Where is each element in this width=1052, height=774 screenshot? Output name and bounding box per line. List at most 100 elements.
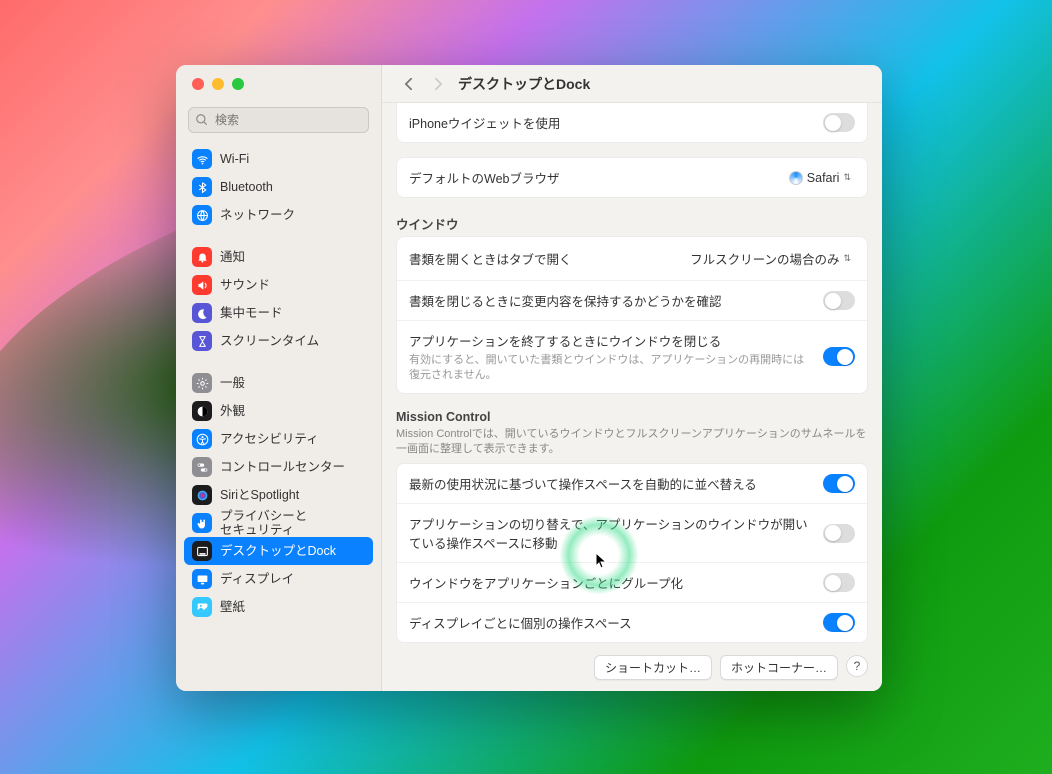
sidebar-item-accessibility[interactable]: アクセシビリティ (184, 425, 373, 453)
display-icon (192, 569, 212, 589)
page-title: デスクトップとDock (458, 74, 590, 94)
row-iphone-widgets: iPhoneウイジェットを使用 (397, 103, 867, 142)
default-browser-popup[interactable]: Safari ⇅ (785, 169, 855, 187)
label: iPhoneウイジェットを使用 (409, 113, 823, 132)
row-close-on-quit: アプリケーションを終了するときにウインドウを閉じる 有効にすると、開いていた書類… (397, 321, 867, 393)
forward-button (428, 74, 448, 94)
chevron-updown-icon: ⇅ (843, 173, 851, 182)
row-confirm-close: 書類を閉じるときに変更内容を保持するかどうかを確認 (397, 281, 867, 321)
tabs-popup[interactable]: フルスクリーンの場合のみ ⇅ (686, 247, 855, 270)
sublabel: 有効にすると、開いていた書類とウインドウは、アプリケーションの再開時には復元され… (409, 353, 811, 383)
titlebar (176, 65, 381, 103)
back-button[interactable] (398, 74, 418, 94)
sidebar-item-gear[interactable]: 一般 (184, 369, 373, 397)
row-switch-space: アプリケーションの切り替えで、アプリケーションのウインドウが開いている操作スペー… (397, 504, 867, 563)
zoom-icon[interactable] (232, 78, 244, 90)
sidebar-item-label: 通知 (220, 250, 245, 264)
sidebar-item-label: ディスプレイ (220, 572, 294, 586)
minimize-icon[interactable] (212, 78, 224, 90)
toggle-switch-space[interactable] (823, 524, 855, 543)
sidebar-item-switches[interactable]: コントロールセンター (184, 453, 373, 481)
hotcorners-button[interactable]: ホットコーナー… (720, 655, 838, 680)
sidebar-item-speaker[interactable]: サウンド (184, 271, 373, 299)
sidebar-item-label: ネットワーク (220, 208, 295, 222)
label: 最新の使用状況に基づいて操作スペースを自動的に並べ替える (409, 474, 823, 493)
bell-icon (192, 247, 212, 267)
footer-buttons: ショートカット… ホットコーナー… ? (396, 643, 868, 680)
value: Safari (807, 171, 840, 185)
main-pane: デスクトップとDock iPhoneウイジェットを使用 デフォルトのWebブラウ… (382, 65, 882, 691)
row-default-browser: デフォルトのWebブラウザ Safari ⇅ (397, 158, 867, 197)
sidebar-item-label: 一般 (220, 376, 245, 390)
sidebar-item-siri[interactable]: SiriとSpotlight (184, 481, 373, 509)
sidebar-item-appearance[interactable]: 外観 (184, 397, 373, 425)
sidebar-nav: Wi-Fi Bluetooth ネットワーク通知サウンド集中モードスクリーンタイム一… (176, 141, 381, 691)
shortcuts-button[interactable]: ショートカット… (594, 655, 712, 680)
sidebar-item-label: デスクトップとDock (220, 544, 336, 558)
row-auto-rearrange: 最新の使用状況に基づいて操作スペースを自動的に並べ替える (397, 464, 867, 504)
label: 書類を開くときはタブで開く (409, 249, 686, 268)
sidebar-item-label: スクリーンタイム (220, 334, 319, 348)
toggle-close-on-quit[interactable] (823, 347, 855, 366)
sidebar-item-label: プライバシーと セキュリティ (220, 509, 307, 538)
section-title-windows: ウインドウ (396, 214, 868, 233)
content-scroll[interactable]: iPhoneウイジェットを使用 デフォルトのWebブラウザ Safari ⇅ ウ… (382, 103, 882, 691)
siri-icon (192, 485, 212, 505)
section-sub-mission: Mission Controlでは、開いているウインドウとフルスクリーンアプリケ… (396, 427, 868, 458)
sidebar-item-dock[interactable]: デスクトップとDock (184, 537, 373, 565)
hand-icon (192, 513, 212, 533)
toggle-iphone-widgets[interactable] (823, 113, 855, 132)
sidebar-item-wallpaper[interactable]: 壁紙 (184, 593, 373, 621)
switches-icon (192, 457, 212, 477)
globe-icon (192, 205, 212, 225)
label: ウインドウをアプリケーションごとにグループ化 (409, 573, 823, 592)
toggle-confirm-close[interactable] (823, 291, 855, 310)
hourglass-icon (192, 331, 212, 351)
sidebar-item-label: 壁紙 (220, 600, 245, 614)
sidebar-item-display[interactable]: ディスプレイ (184, 565, 373, 593)
accessibility-icon (192, 429, 212, 449)
sidebar: Wi-Fi Bluetooth ネットワーク通知サウンド集中モードスクリーンタイム一… (176, 65, 382, 691)
row-group-windows: ウインドウをアプリケーションごとにグループ化 (397, 563, 867, 603)
toggle-auto-rearrange[interactable] (823, 474, 855, 493)
wifi-icon (192, 149, 212, 169)
row-displays-spaces: ディスプレイごとに個別の操作スペース (397, 603, 867, 642)
toggle-group-windows[interactable] (823, 573, 855, 592)
main-header: デスクトップとDock (382, 65, 882, 103)
sidebar-item-label: SiriとSpotlight (220, 488, 299, 502)
row-tabs: 書類を開くときはタブで開く フルスクリーンの場合のみ ⇅ (397, 237, 867, 281)
sidebar-item-label: Bluetooth (220, 180, 273, 194)
bluetooth-icon (192, 177, 212, 197)
toggle-displays-spaces[interactable] (823, 613, 855, 632)
speaker-icon (192, 275, 212, 295)
label: デフォルトのWebブラウザ (409, 168, 785, 187)
sidebar-item-globe[interactable]: ネットワーク (184, 201, 373, 229)
gear-icon (192, 373, 212, 393)
sidebar-item-hourglass[interactable]: スクリーンタイム (184, 327, 373, 355)
sidebar-item-label: アクセシビリティ (220, 432, 319, 446)
sidebar-item-bluetooth[interactable]: Bluetooth (184, 173, 373, 201)
chevron-updown-icon: ⇅ (843, 254, 851, 263)
section-title-mission: Mission Control (396, 410, 868, 424)
value: フルスクリーンの場合のみ (690, 249, 839, 268)
label: ディスプレイごとに個別の操作スペース (409, 613, 823, 632)
sidebar-item-bell[interactable]: 通知 (184, 243, 373, 271)
sidebar-item-label: 外観 (220, 404, 245, 418)
safari-icon (789, 171, 803, 185)
sidebar-item-label: 集中モード (220, 306, 283, 320)
wallpaper-icon (192, 597, 212, 617)
sidebar-item-moon[interactable]: 集中モード (184, 299, 373, 327)
sidebar-item-label: Wi-Fi (220, 152, 249, 166)
sidebar-item-wifi[interactable]: Wi-Fi (184, 145, 373, 173)
dock-icon (192, 541, 212, 561)
label: アプリケーションの切り替えで、アプリケーションのウインドウが開いている操作スペー… (409, 514, 823, 552)
close-icon[interactable] (192, 78, 204, 90)
search-input[interactable] (188, 107, 369, 133)
sidebar-item-label: コントロールセンター (220, 460, 345, 474)
settings-window: Wi-Fi Bluetooth ネットワーク通知サウンド集中モードスクリーンタイム一… (176, 65, 882, 691)
label: 書類を閉じるときに変更内容を保持するかどうかを確認 (409, 291, 823, 310)
moon-icon (192, 303, 212, 323)
sidebar-item-hand[interactable]: プライバシーと セキュリティ (184, 509, 373, 537)
help-button[interactable]: ? (846, 655, 868, 677)
sidebar-item-label: サウンド (220, 278, 270, 292)
